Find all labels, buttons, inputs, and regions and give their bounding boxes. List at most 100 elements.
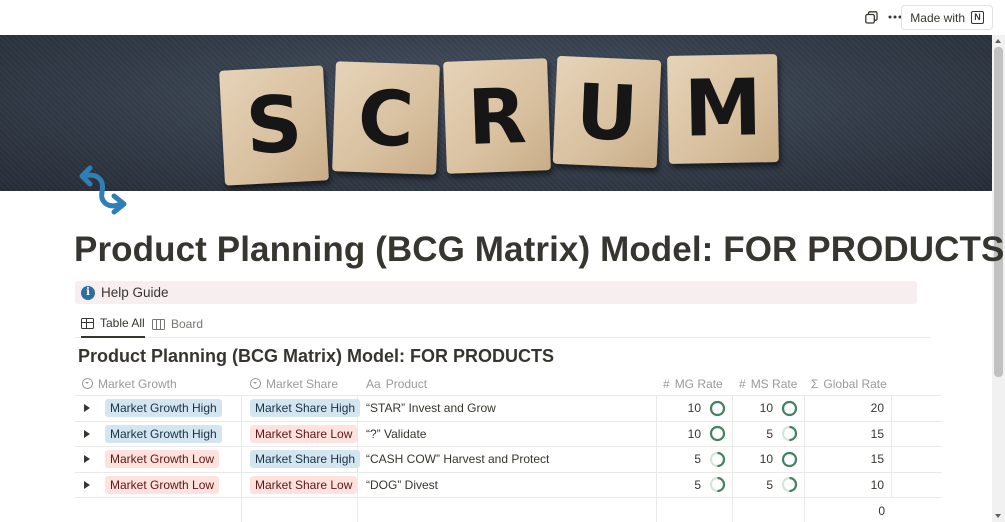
- summary-global-rate[interactable]: 0: [805, 498, 892, 522]
- global-rate-value: 10: [870, 477, 884, 492]
- product-cell[interactable]: “?” Validate: [358, 421, 657, 446]
- mg-rate-value: 10: [687, 401, 701, 416]
- top-bar: Made with N: [0, 0, 1005, 35]
- tab-board[interactable]: Board: [152, 310, 203, 338]
- column-header-ms-rate[interactable]: # MS Rate: [733, 372, 805, 395]
- expand-toggle-icon[interactable]: [84, 429, 90, 438]
- ms-rate-cell[interactable]: 5: [733, 472, 805, 497]
- scrollbar-thumb[interactable]: [994, 47, 1003, 377]
- arrows-icon[interactable]: [78, 162, 134, 218]
- global-rate-cell[interactable]: 15: [805, 447, 892, 472]
- product-name: “STAR” Invest and Grow: [366, 401, 496, 416]
- progress-ring-icon: [781, 477, 798, 493]
- cover-tile-s: S: [219, 65, 329, 186]
- ms-rate-cell[interactable]: 10: [733, 396, 805, 421]
- mg-rate-cell[interactable]: 5: [657, 447, 733, 472]
- page-scrollbar[interactable]: [992, 35, 1005, 522]
- select-icon: [250, 378, 261, 389]
- mg-rate-value: 10: [687, 426, 701, 441]
- made-with-button[interactable]: Made with N: [901, 5, 993, 30]
- column-label: Product: [385, 376, 428, 391]
- market-share-tag: Market Share Low: [250, 424, 358, 443]
- formula-type-icon: Σ: [811, 376, 819, 391]
- help-guide-callout[interactable]: i Help Guide: [75, 281, 917, 304]
- mg-rate-cell[interactable]: 5: [657, 472, 733, 497]
- made-with-label: Made with: [910, 10, 965, 25]
- table-header: Market Growth Market Share Aa Product # …: [75, 372, 942, 396]
- column-header-market-share[interactable]: Market Share: [242, 372, 358, 395]
- tab-table-all[interactable]: Table All: [81, 310, 145, 338]
- cover-tile-r: R: [443, 58, 551, 174]
- summary-value: 0: [878, 503, 885, 518]
- market-growth-cell[interactable]: Market Growth Low: [75, 472, 242, 497]
- number-type-icon: #: [663, 376, 670, 391]
- cover-image: S C R U M: [0, 35, 992, 191]
- global-rate-cell[interactable]: 15: [805, 421, 892, 446]
- view-tabs: Table All Board: [75, 310, 930, 338]
- market-share-tag: Market Share High: [250, 399, 361, 418]
- market-share-tag: Market Share Low: [250, 475, 358, 494]
- cover-tile-u: U: [552, 55, 662, 169]
- global-rate-value: 20: [870, 401, 884, 416]
- summary-cell: [75, 498, 242, 522]
- market-growth-cell[interactable]: Market Growth High: [75, 396, 242, 421]
- product-cell[interactable]: “CASH COW” Harvest and Protect: [358, 447, 657, 472]
- global-rate-value: 15: [870, 452, 884, 467]
- table-row[interactable]: Market Growth Low Market Share Low “DOG” D…: [75, 472, 942, 498]
- callout-text: Help Guide: [101, 285, 169, 300]
- mg-rate-value: 5: [694, 452, 701, 467]
- table-row[interactable]: Market Growth High Market Share High “STAR…: [75, 396, 942, 422]
- mg-rate-cell[interactable]: 10: [657, 396, 733, 421]
- ms-rate-cell[interactable]: 5: [733, 421, 805, 446]
- scroll-up-icon[interactable]: [995, 39, 1001, 43]
- page-title: Product Planning (BCG Matrix) Model: FOR…: [74, 230, 1005, 269]
- column-label: Global Rate: [823, 376, 887, 391]
- database-table: Market Growth Market Share Aa Product # …: [75, 372, 942, 522]
- board-icon: [152, 318, 165, 330]
- market-growth-cell[interactable]: Market Growth High: [75, 421, 242, 446]
- progress-ring-icon: [709, 400, 726, 416]
- table-row[interactable]: Market Growth Low Market Share High “CASH …: [75, 447, 942, 473]
- expand-toggle-icon[interactable]: [84, 404, 90, 413]
- ms-rate-value: 10: [759, 452, 773, 467]
- column-header-mg-rate[interactable]: # MG Rate: [657, 372, 733, 395]
- market-growth-tag: Market Growth High: [105, 424, 222, 443]
- product-name: “?” Validate: [366, 426, 427, 441]
- product-cell[interactable]: “DOG” Divest: [358, 472, 657, 497]
- column-label: MS Rate: [750, 376, 798, 391]
- market-share-cell[interactable]: Market Share High: [242, 447, 361, 472]
- column-header-product[interactable]: Aa Product: [358, 372, 657, 395]
- column-header-market-growth[interactable]: Market Growth: [75, 372, 242, 395]
- ms-rate-cell[interactable]: 10: [733, 447, 805, 472]
- market-growth-tag: Market Growth Low: [105, 450, 220, 469]
- product-cell[interactable]: “STAR” Invest and Grow: [358, 396, 657, 421]
- product-name: “CASH COW” Harvest and Protect: [366, 452, 550, 467]
- duplicate-icon[interactable]: [862, 8, 880, 26]
- expand-toggle-icon[interactable]: [84, 455, 90, 464]
- global-rate-cell[interactable]: 10: [805, 472, 892, 497]
- summary-cell: [358, 498, 657, 522]
- database-title[interactable]: Product Planning (BCG Matrix) Model: FOR…: [78, 346, 554, 367]
- column-label: Market Growth: [98, 376, 177, 391]
- cover-tile-m: M: [667, 54, 779, 164]
- market-share-cell[interactable]: Market Share High: [242, 396, 361, 421]
- table-row[interactable]: Market Growth High Market Share Low “?” Va…: [75, 421, 942, 447]
- ms-rate-value: 5: [766, 477, 773, 492]
- summary-cell: [242, 498, 358, 522]
- progress-ring-icon: [709, 477, 726, 493]
- column-header-global-rate[interactable]: Σ Global Rate: [805, 372, 892, 395]
- table-icon: [81, 317, 94, 329]
- progress-ring-icon: [709, 451, 726, 467]
- expand-toggle-icon[interactable]: [84, 480, 90, 489]
- summary-cell: [733, 498, 805, 522]
- market-share-cell[interactable]: Market Share Low: [242, 421, 358, 446]
- select-icon: [82, 378, 93, 389]
- scroll-down-icon[interactable]: [995, 514, 1001, 518]
- mg-rate-cell[interactable]: 10: [657, 421, 733, 446]
- global-rate-cell[interactable]: 20: [805, 396, 892, 421]
- market-growth-tag: Market Growth High: [105, 399, 222, 418]
- tab-label: Table All: [100, 316, 145, 330]
- market-share-cell[interactable]: Market Share Low: [242, 472, 358, 497]
- market-growth-cell[interactable]: Market Growth Low: [75, 447, 242, 472]
- product-name: “DOG” Divest: [366, 477, 438, 492]
